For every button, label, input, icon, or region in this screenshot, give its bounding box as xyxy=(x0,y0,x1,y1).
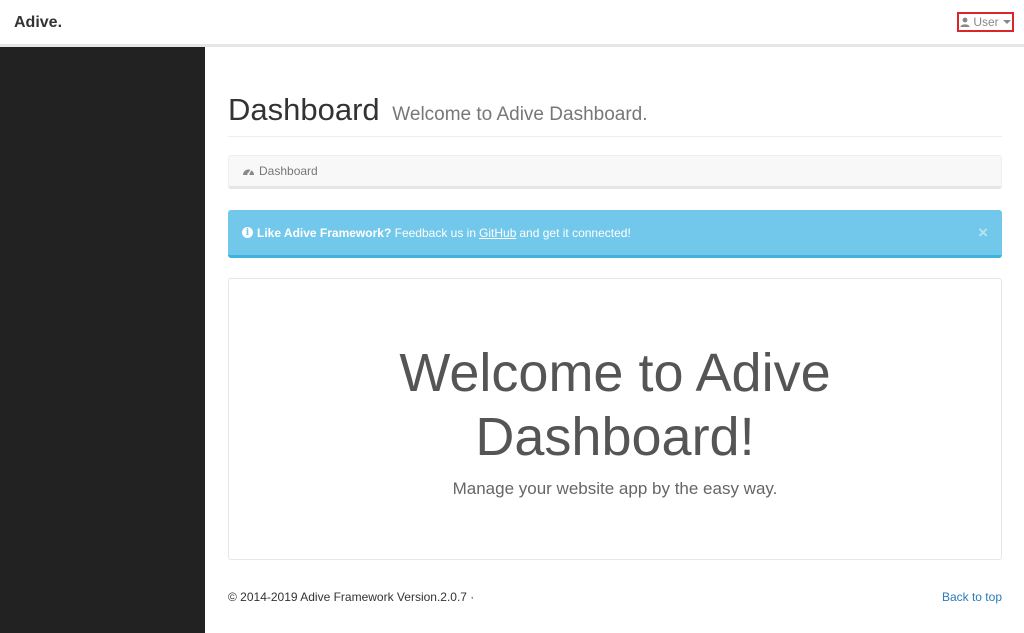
caret-down-icon xyxy=(1002,20,1011,24)
user-menu-label: User xyxy=(973,15,999,29)
alert-strong-text: Like Adive Framework? xyxy=(257,225,392,240)
hero-title: Welcome to Adive Dashboard! xyxy=(229,341,1001,469)
user-menu-dropdown[interactable]: User xyxy=(957,12,1014,32)
page-header: Dashboard Welcome to Adive Dashboard. xyxy=(228,91,1002,137)
user-icon xyxy=(960,17,970,27)
hero-subtitle: Manage your website app by the easy way. xyxy=(452,479,778,498)
copyright-text: © 2014-2019 Adive Framework Version.2.0.… xyxy=(228,590,475,604)
github-link[interactable]: GitHub xyxy=(479,226,516,240)
page-title-text: Dashboard xyxy=(228,92,380,127)
info-icon: i xyxy=(242,227,253,238)
info-alert: i Like Adive Framework? Feedback us in Gi… xyxy=(228,210,1002,258)
top-navbar: Adive. User xyxy=(0,0,1024,47)
hero-title-line-2: Dashboard! xyxy=(475,407,755,467)
back-to-top-link[interactable]: Back to top xyxy=(942,590,1002,604)
close-icon[interactable]: × xyxy=(978,223,988,243)
breadcrumb: Dashboard xyxy=(228,155,1002,189)
sidebar xyxy=(0,47,205,633)
welcome-panel: Welcome to Adive Dashboard! Manage your w… xyxy=(228,278,1002,560)
main-content: Dashboard Welcome to Adive Dashboard. Da… xyxy=(228,47,1002,633)
hero-title-line-1: Welcome to Adive xyxy=(399,343,831,403)
footer: © 2014-2019 Adive Framework Version.2.0.… xyxy=(228,590,1002,610)
alert-text-after: and get it connected! xyxy=(519,225,631,240)
dashboard-icon xyxy=(243,169,254,176)
page-subtitle: Welcome to Adive Dashboard. xyxy=(392,104,648,125)
breadcrumb-item-dashboard[interactable]: Dashboard xyxy=(259,164,318,178)
alert-text-before: Feedback us in xyxy=(394,225,477,240)
brand-logo[interactable]: Adive. xyxy=(14,14,62,32)
page-title: Dashboard Welcome to Adive Dashboard. xyxy=(228,91,1002,134)
